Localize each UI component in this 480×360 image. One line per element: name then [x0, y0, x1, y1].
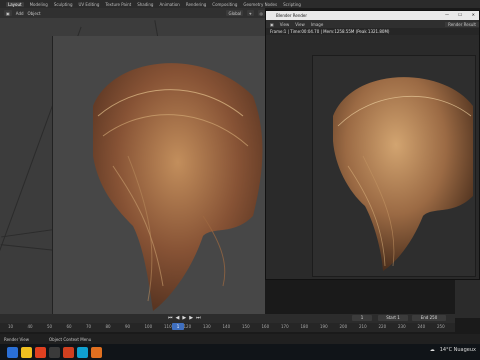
prev-key-icon[interactable]: ◀: [176, 315, 180, 321]
timeline-tick: 160: [261, 324, 270, 329]
image-editor-icon[interactable]: ▣: [270, 22, 274, 27]
timeline-tick: 180: [300, 324, 309, 329]
workspace-tab-layout[interactable]: Layout: [6, 1, 24, 7]
editor-type-button[interactable]: ▣: [4, 10, 12, 16]
menu-image[interactable]: Image: [311, 22, 324, 27]
viewport-header: ▣ Add Object Global ⌖ ◎: [0, 8, 265, 18]
timeline-tick: 210: [359, 324, 367, 329]
status-render-view: Render View: [4, 336, 30, 342]
workspace-tab-sculpting[interactable]: Sculpting: [54, 2, 73, 7]
start-frame-field[interactable]: Start 1: [378, 315, 408, 321]
current-frame-field[interactable]: 1: [352, 315, 372, 321]
jump-end-icon[interactable]: ⏭: [196, 315, 201, 321]
timeline-tick: 70: [86, 324, 92, 329]
menu-view-1[interactable]: View: [280, 22, 290, 27]
weather-text: 14°C Nuageux: [439, 347, 476, 353]
timeline-tick: 10: [8, 324, 14, 329]
jump-start-icon[interactable]: ⏮: [168, 315, 173, 321]
3d-viewport[interactable]: [0, 18, 265, 314]
next-key-icon[interactable]: ▶: [189, 315, 193, 321]
hair-model: [93, 63, 263, 312]
playback-controls: ⏮ ◀ ▶ ▶ ⏭: [168, 315, 201, 321]
playhead[interactable]: 1: [172, 323, 184, 330]
timeline-ruler[interactable]: 10 40 50 60 70 80 90 100 110 120 130 140 150 160 170 18…: [0, 323, 455, 332]
taskbar-app-icon[interactable]: [21, 346, 32, 358]
workspace-tab-uv-editing[interactable]: UV Editing: [79, 2, 100, 7]
timeline-tick: 230: [398, 324, 406, 329]
render-result-canvas[interactable]: [312, 55, 476, 277]
status-context-menu: Object Context Menu: [49, 336, 92, 342]
maximize-icon[interactable]: ☐: [458, 12, 462, 17]
taskbar-app-icon[interactable]: [91, 346, 102, 358]
taskbar-app-icon[interactable]: [77, 346, 88, 358]
render-window[interactable]: Blender Render — ☐ ✕ ▣ View View Image R…: [265, 10, 480, 280]
taskbar-app-icon[interactable]: [49, 346, 60, 358]
end-frame-field[interactable]: End 250: [412, 315, 446, 321]
timeline-tick: 220: [378, 324, 387, 329]
play-icon[interactable]: ▶: [182, 315, 186, 321]
rendered-hair-image: [333, 77, 473, 271]
render-window-menu: ▣ View View Image Render Result: [266, 20, 479, 28]
workspace-tab-shading[interactable]: Shading: [137, 2, 153, 7]
timeline-tick: 150: [242, 324, 250, 329]
workspace-tab-geometry-nodes[interactable]: Geometry Nodes: [243, 2, 277, 7]
timeline-tick: 170: [281, 324, 289, 329]
taskbar: ☁ 14°C Nuageux: [0, 344, 480, 360]
timeline-tick: 130: [203, 324, 211, 329]
workspace-tab-scripting[interactable]: Scripting: [283, 2, 301, 7]
status-bar: Render View Object Context Menu: [0, 334, 480, 344]
timeline-tick: 240: [417, 324, 426, 329]
snap-icon[interactable]: ⌖: [247, 10, 254, 16]
proportional-icon[interactable]: ◎: [257, 10, 265, 16]
render-slot-dropdown[interactable]: Render Result: [445, 21, 479, 27]
timeline-tick: 110: [164, 324, 172, 329]
properties-panel[interactable]: [455, 280, 480, 318]
workspace-tab-compositing[interactable]: Compositing: [212, 2, 237, 7]
timeline-tick: 190: [320, 324, 328, 329]
timeline-controls: ⏮ ◀ ▶ ▶ ⏭ 1 Start 1 End 250: [0, 314, 455, 323]
system-tray: ☁ 14°C Nuageux: [430, 347, 476, 353]
close-icon[interactable]: ✕: [472, 12, 475, 17]
weather-icon[interactable]: ☁: [430, 347, 435, 353]
timeline-tick: 200: [339, 324, 348, 329]
workspace-tabs: Layout Modeling Sculpting UV Editing Texture…: [0, 0, 480, 8]
minimize-icon[interactable]: —: [445, 12, 449, 17]
workspace-tab-modeling[interactable]: Modeling: [30, 2, 48, 7]
workspace-tab-rendering[interactable]: Rendering: [186, 2, 206, 7]
orientation-dropdown[interactable]: Global: [226, 10, 244, 16]
timeline-tick: 120: [183, 324, 192, 329]
camera-frame: [52, 36, 265, 314]
timeline-tick: 80: [105, 324, 111, 329]
timeline-tick: 90: [125, 324, 131, 329]
timeline-tick: 140: [222, 324, 231, 329]
workspace-tab-animation[interactable]: Animation: [159, 2, 179, 7]
object-menu[interactable]: Object: [28, 11, 41, 16]
workspace-tab-texture-paint[interactable]: Texture Paint: [105, 2, 131, 7]
taskbar-app-icon[interactable]: [7, 346, 18, 358]
timeline-tick: 250: [437, 324, 445, 329]
timeline-tick: 60: [66, 324, 72, 329]
timeline-tick: 100: [144, 324, 153, 329]
taskbar-app-icon[interactable]: [35, 346, 46, 358]
taskbar-app-icon[interactable]: [63, 346, 74, 358]
render-stats: Frame:1 | Time:00:04.70 | Mem:1258.55M (…: [266, 28, 479, 35]
timeline-tick: 40: [27, 324, 33, 329]
render-window-titlebar[interactable]: Blender Render — ☐ ✕: [266, 11, 479, 20]
menu-view-2[interactable]: View: [295, 22, 305, 27]
timeline-tick: 50: [47, 324, 53, 329]
window-title: Blender Render: [276, 13, 308, 18]
add-menu[interactable]: Add: [16, 11, 24, 16]
